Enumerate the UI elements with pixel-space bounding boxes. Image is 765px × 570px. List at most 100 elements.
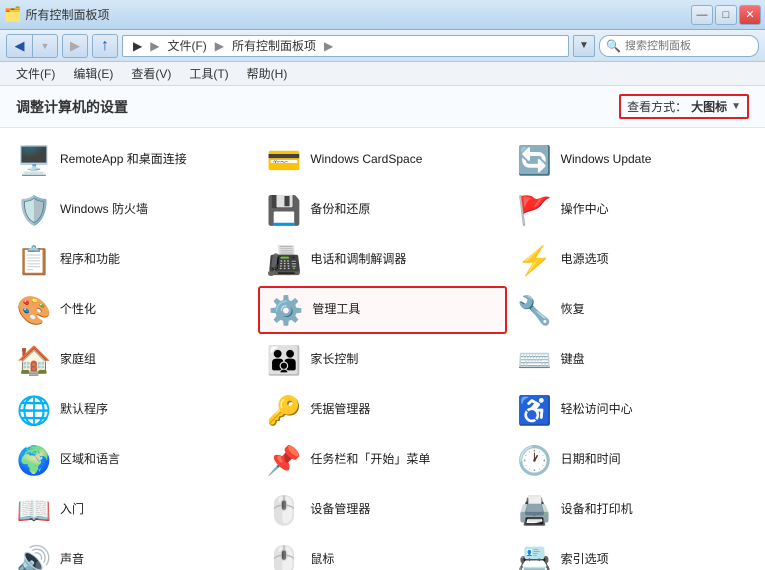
- icon-item-region-lang[interactable]: 🌍区域和语言: [8, 436, 256, 484]
- back-button[interactable]: ◀: [6, 34, 32, 58]
- getting-started-label: 入门: [60, 502, 84, 518]
- icon-item-remote-app[interactable]: 🖥️RemoteApp 和桌面连接: [8, 136, 256, 184]
- remote-app-label: RemoteApp 和桌面连接: [60, 152, 187, 168]
- personalize-label: 个性化: [60, 302, 96, 318]
- icon-item-recovery[interactable]: 🔧 恢复: [509, 286, 757, 334]
- path-segment-1[interactable]: ▶: [129, 38, 146, 54]
- parental-label: 家长控制: [310, 352, 358, 368]
- minimize-button[interactable]: —: [691, 5, 713, 25]
- icon-item-sound[interactable]: 🔊 声音: [8, 536, 256, 570]
- sound-icon: 🔊: [16, 542, 52, 570]
- icon-item-taskbar-start[interactable]: 📌 任务栏和「开始」菜单: [258, 436, 506, 484]
- programs-icon: 📋: [16, 242, 52, 278]
- power-icon: ⚡: [517, 242, 553, 278]
- icon-item-backup[interactable]: 💾 备份和还原: [258, 186, 506, 234]
- backup-icon: 💾: [266, 192, 302, 228]
- nav-buttons: ◀ ▼: [6, 34, 58, 58]
- address-bar: ◀ ▼ ▶ ↑ ▶ ▶ 文件(F) ▶ 所有控制面板项 ▶ ▼ 🔍: [0, 30, 765, 62]
- icon-item-getting-started[interactable]: 📖 入门: [8, 486, 256, 534]
- taskbar-start-icon: 📌: [266, 442, 302, 478]
- search-input[interactable]: [625, 40, 745, 52]
- icon-item-devices-printers[interactable]: 🖨️ 设备和打印机: [509, 486, 757, 534]
- icon-item-keyboard[interactable]: ⌨️键盘: [509, 336, 757, 384]
- panel-title: 调整计算机的设置: [16, 97, 128, 117]
- mouse-icon: 🖱️: [266, 542, 302, 570]
- date-time-icon: 🕐: [517, 442, 553, 478]
- address-path[interactable]: ▶ ▶ 文件(F) ▶ 所有控制面板项 ▶: [122, 35, 569, 57]
- icon-item-windows-update[interactable]: 🔄Windows Update: [509, 136, 757, 184]
- search-box[interactable]: 🔍: [599, 35, 759, 57]
- window-controls: — □ ✕: [691, 5, 761, 25]
- icon-item-ease-access[interactable]: ♿轻松访问中心: [509, 386, 757, 434]
- credential-mgr-icon: 🔑: [266, 392, 302, 428]
- path-segment-control-panel[interactable]: 文件(F): [163, 36, 210, 55]
- icon-item-admin-tools[interactable]: ⚙️管理工具: [258, 286, 506, 334]
- menu-view[interactable]: 查看(V): [123, 63, 179, 84]
- taskbar-start-label: 任务栏和「开始」菜单: [310, 452, 430, 468]
- menu-file[interactable]: 文件(F): [8, 63, 63, 84]
- icon-item-device-mgr[interactable]: 🖱️设备管理器: [258, 486, 506, 534]
- menu-bar: 文件(F) 编辑(E) 查看(V) 工具(T) 帮助(H): [0, 62, 765, 86]
- path-separator-1: ▶: [150, 39, 159, 53]
- mouse-label: 鼠标: [310, 552, 334, 568]
- view-dropdown-arrow[interactable]: ▼: [731, 101, 741, 112]
- close-button[interactable]: ✕: [739, 5, 761, 25]
- personalize-icon: 🎨: [16, 292, 52, 328]
- icon-item-index-options[interactable]: 📇索引选项: [509, 536, 757, 570]
- path-separator-3: ▶: [324, 39, 333, 53]
- icon-item-personalize[interactable]: 🎨 个性化: [8, 286, 256, 334]
- path-segment-all[interactable]: 所有控制面板项: [228, 36, 320, 55]
- icon-item-card-space[interactable]: 💳 Windows CardSpace: [258, 136, 506, 184]
- icon-item-phone-modem[interactable]: 📠 电话和调制解调器: [258, 236, 506, 284]
- icon-item-firewall[interactable]: 🛡️ Windows 防火墙: [8, 186, 256, 234]
- keyboard-label: 键盘: [561, 352, 585, 368]
- icon-item-default-programs[interactable]: 🌐 默认程序: [8, 386, 256, 434]
- icon-item-credential-mgr[interactable]: 🔑 凭据管理器: [258, 386, 506, 434]
- card-space-label: Windows CardSpace: [310, 152, 422, 168]
- card-space-icon: 💳: [266, 142, 302, 178]
- backup-label: 备份和还原: [310, 202, 370, 218]
- firewall-label: Windows 防火墙: [60, 202, 148, 218]
- view-current: 大图标: [691, 98, 727, 115]
- devices-printers-icon: 🖨️: [517, 492, 553, 528]
- icon-item-homegroup[interactable]: 🏠家庭组: [8, 336, 256, 384]
- up-button[interactable]: ↑: [92, 34, 118, 58]
- view-label: 查看方式：: [627, 98, 687, 115]
- default-programs-label: 默认程序: [60, 402, 108, 418]
- recovery-label: 恢复: [561, 302, 585, 318]
- icon-item-action-center[interactable]: 🚩操作中心: [509, 186, 757, 234]
- view-options[interactable]: 查看方式： 大图标 ▼: [619, 94, 749, 119]
- homegroup-label: 家庭组: [60, 352, 96, 368]
- firewall-icon: 🛡️: [16, 192, 52, 228]
- getting-started-icon: 📖: [16, 492, 52, 528]
- devices-printers-label: 设备和打印机: [561, 502, 633, 518]
- sound-label: 声音: [60, 552, 84, 568]
- icon-item-date-time[interactable]: 🕐 日期和时间: [509, 436, 757, 484]
- title-bar-left: 🗂️ 所有控制面板项: [4, 6, 109, 23]
- parental-icon: 👪: [266, 342, 302, 378]
- address-dropdown[interactable]: ▼: [573, 35, 595, 57]
- admin-tools-label: 管理工具: [312, 302, 360, 318]
- forward-button[interactable]: ▶: [62, 34, 88, 58]
- recovery-icon: 🔧: [517, 292, 553, 328]
- icon-item-parental[interactable]: 👪 家长控制: [258, 336, 506, 384]
- search-icon: 🔍: [606, 39, 621, 53]
- phone-modem-label: 电话和调制解调器: [310, 252, 406, 268]
- content-area: 调整计算机的设置 查看方式： 大图标 ▼ 🖥️RemoteApp 和桌面连接 💳 W…: [0, 86, 765, 570]
- ease-access-label: 轻松访问中心: [561, 402, 633, 418]
- path-separator-2: ▶: [215, 39, 224, 53]
- device-mgr-label: 设备管理器: [310, 502, 370, 518]
- maximize-button[interactable]: □: [715, 5, 737, 25]
- menu-edit[interactable]: 编辑(E): [65, 63, 121, 84]
- phone-modem-icon: 📠: [266, 242, 302, 278]
- date-time-label: 日期和时间: [561, 452, 621, 468]
- credential-mgr-label: 凭据管理器: [310, 402, 370, 418]
- icon-item-mouse[interactable]: 🖱️ 鼠标: [258, 536, 506, 570]
- icon-item-power[interactable]: ⚡电源选项: [509, 236, 757, 284]
- menu-tools[interactable]: 工具(T): [181, 63, 236, 84]
- menu-help[interactable]: 帮助(H): [239, 63, 296, 84]
- window-title: 所有控制面板项: [25, 6, 109, 23]
- icon-item-programs[interactable]: 📋程序和功能: [8, 236, 256, 284]
- default-programs-icon: 🌐: [16, 392, 52, 428]
- dropdown-button[interactable]: ▼: [32, 34, 58, 58]
